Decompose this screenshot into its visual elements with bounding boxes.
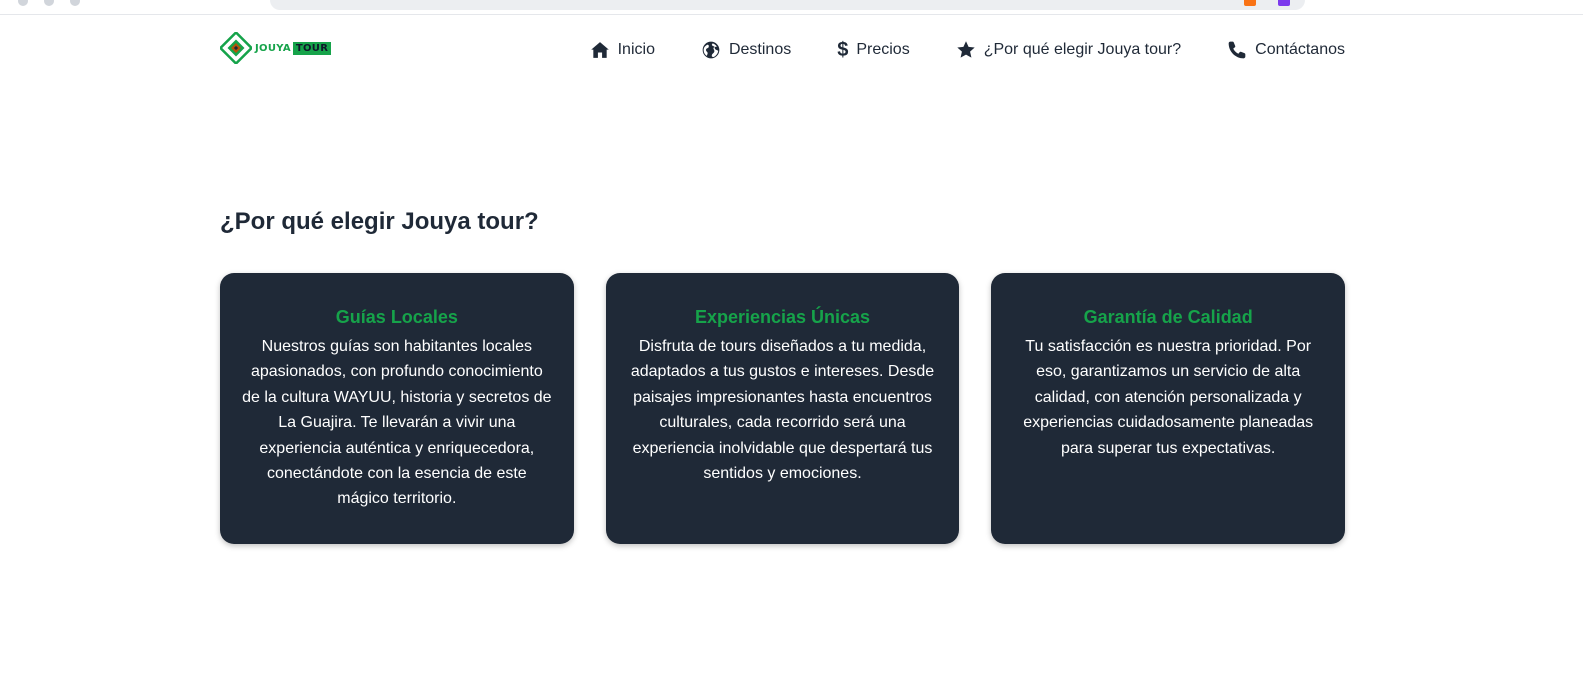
reload-icon[interactable] xyxy=(70,0,80,6)
back-icon[interactable] xyxy=(18,0,28,6)
nav-item-por-que-elegir[interactable]: ¿Por qué elegir Jouya tour? xyxy=(956,40,1181,60)
brand-word-jouya: JOUYA xyxy=(255,42,291,54)
nav-item-inicio[interactable]: Inicio xyxy=(590,40,655,60)
nav-item-label: Destinos xyxy=(728,41,792,58)
home-icon xyxy=(590,42,609,58)
nav-item-label: Contáctanos xyxy=(1255,41,1345,58)
nav-links: Inicio Destinos $ Precios ¿Por qué elegi… xyxy=(590,40,1345,60)
section-title: ¿Por qué elegir Jouya tour? xyxy=(220,208,539,235)
brand-logo[interactable]: JOUYA TOUR xyxy=(220,32,332,64)
address-bar[interactable] xyxy=(270,0,1305,10)
nav-item-label: Inicio xyxy=(617,41,655,58)
phone-icon xyxy=(1228,41,1246,59)
globe-icon xyxy=(702,41,720,59)
logo-diamond-icon xyxy=(220,32,252,64)
card-text: Nuestros guías son habitantes locales ap… xyxy=(242,338,552,508)
brand-word-tour: TOUR xyxy=(292,41,332,55)
nav-item-contactanos[interactable]: Contáctanos xyxy=(1227,40,1345,60)
nav-item-precios[interactable]: $ Precios xyxy=(837,40,909,60)
forward-icon[interactable] xyxy=(44,0,54,6)
brave-shield-icon[interactable] xyxy=(1244,0,1256,6)
card-text: Tu satisfacción es nuestra prioridad. Po… xyxy=(1023,338,1314,457)
extension-icon[interactable] xyxy=(1278,0,1290,6)
feature-card-guias-locales: Guías Locales Nuestros guías son habitan… xyxy=(220,273,574,544)
main-navbar: JOUYA TOUR Inicio Destinos $ Precios ¿Po… xyxy=(220,30,1345,74)
browser-toolbar xyxy=(0,0,1583,15)
card-title: Garantía de Calidad xyxy=(1083,307,1253,327)
card-title: Experiencias Únicas xyxy=(694,307,871,327)
card-title: Guías Locales xyxy=(335,307,458,327)
nav-item-label: ¿Por qué elegir Jouya tour? xyxy=(983,41,1182,58)
brand-wordmark: JOUYA TOUR xyxy=(255,41,332,55)
feature-card-garantia-calidad: Garantía de Calidad Tu satisfacción es n… xyxy=(991,273,1346,544)
feature-cards: Guías Locales Nuestros guías son habitan… xyxy=(220,273,1346,544)
nav-item-destinos[interactable]: Destinos xyxy=(701,40,791,60)
dollar-icon: $ xyxy=(837,39,849,61)
feature-card-experiencias-unicas: Experiencias Únicas Disfruta de tours di… xyxy=(605,273,960,544)
star-icon xyxy=(957,41,975,58)
card-text: Disfruta de tours diseñados a tu medida,… xyxy=(630,338,935,483)
nav-item-label: Precios xyxy=(856,41,910,58)
